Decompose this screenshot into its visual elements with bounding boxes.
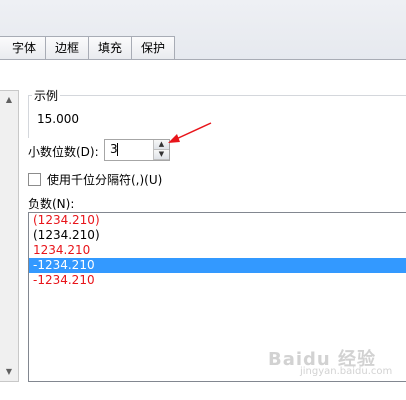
tab-border[interactable]: 边框 bbox=[45, 36, 90, 59]
thousand-separator-label: 使用千位分隔符(,)(U) bbox=[47, 173, 163, 187]
tab-protection[interactable]: 保护 bbox=[131, 36, 176, 59]
annotation-arrow-icon bbox=[168, 122, 212, 143]
sample-group bbox=[28, 95, 406, 138]
decimal-places-label: 小数位数(D): bbox=[28, 145, 99, 159]
thousand-separator-option[interactable]: 使用千位分隔符(,)(U) bbox=[28, 171, 162, 188]
text-caret bbox=[117, 143, 118, 156]
list-item[interactable]: -1234.210 bbox=[29, 273, 406, 288]
tab-panel-border bbox=[0, 59, 406, 60]
baidu-watermark-url: jingyan.baidu.com bbox=[300, 366, 393, 377]
tab-strip: 字体 边框 填充 保护 bbox=[0, 36, 176, 60]
sample-value: 15.000 bbox=[37, 112, 79, 126]
negative-numbers-label: 负数(N): bbox=[28, 197, 75, 211]
sample-legend: 示例 bbox=[32, 87, 61, 104]
list-item[interactable]: (1234.210) bbox=[29, 228, 406, 243]
decimal-places-stepper[interactable]: 3 ▲ ▼ bbox=[104, 139, 170, 161]
list-item[interactable]: 1234.210 bbox=[29, 243, 406, 258]
tab-fill[interactable]: 填充 bbox=[88, 36, 133, 59]
category-list-scrollbar[interactable]: ▲ ▼ bbox=[0, 90, 19, 382]
thousand-separator-checkbox[interactable] bbox=[28, 173, 41, 186]
scroll-up-icon[interactable]: ▲ bbox=[0, 93, 18, 107]
list-item[interactable]: (1234.210) bbox=[29, 213, 406, 228]
scroll-down-icon[interactable]: ▼ bbox=[0, 365, 18, 379]
tab-font[interactable]: 字体 bbox=[0, 36, 47, 59]
stepper-down-icon[interactable]: ▼ bbox=[154, 150, 169, 160]
list-item-selected[interactable]: -1234.210 bbox=[29, 258, 406, 273]
